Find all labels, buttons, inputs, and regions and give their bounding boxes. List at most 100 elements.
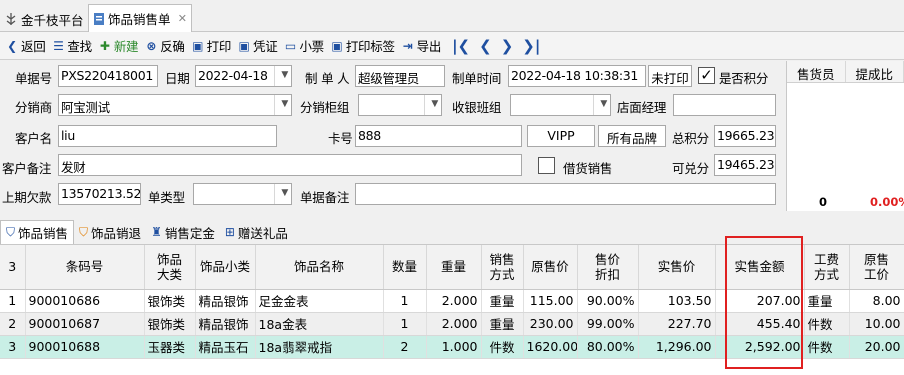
table-row[interactable]: 2 900010687 银饰类 精品银饰 18a金表 1 2.000 重量 230.00 99.0… <box>0 312 904 336</box>
table-cell[interactable]: 件数 <box>804 312 850 336</box>
ticket-button[interactable]: ▭ 小票 <box>280 34 326 58</box>
table-cell[interactable]: 207.00 <box>715 289 805 313</box>
column-header[interactable]: 实售金额 <box>715 245 805 290</box>
column-header[interactable]: 工费 方式 <box>804 245 850 290</box>
time-field[interactable]: 2022-04-18 10:38:31 <box>508 65 646 87</box>
tab-gift[interactable]: ⊞ 赠送礼品 <box>220 220 293 244</box>
table-cell[interactable]: 99.00% <box>577 312 639 336</box>
table-cell[interactable]: 900010687 <box>25 312 145 336</box>
table-cell[interactable]: 1,296.00 <box>638 335 716 359</box>
table-cell[interactable]: 银饰类 <box>144 289 196 313</box>
table-cell[interactable]: 1.000 <box>426 335 482 359</box>
manager-field[interactable] <box>673 94 776 116</box>
card-field[interactable]: 888 <box>355 125 522 147</box>
table-cell[interactable]: 20.00 <box>849 335 904 359</box>
type-select[interactable]: ▼ <box>193 183 292 205</box>
back-button[interactable]: ❮ 返回 <box>2 34 48 58</box>
table-cell[interactable]: 玉器类 <box>144 335 196 359</box>
new-icon: ✚ <box>99 38 110 53</box>
table-cell[interactable]: 900010686 <box>25 289 145 313</box>
table-row[interactable]: 3 900010688 玉器类 精品玉石 18a翡翠戒指 2 1.000 件数 1620.00 8… <box>0 335 904 359</box>
maker-field[interactable]: 超级管理员 <box>355 65 445 87</box>
order-no-field[interactable]: PXS220418001 <box>58 65 158 87</box>
print-button[interactable]: ▣ 打印 <box>188 34 234 58</box>
table-cell[interactable]: 2 <box>383 335 427 359</box>
table-cell[interactable]: 90.00% <box>577 289 639 313</box>
table-cell[interactable]: 2 <box>0 312 26 336</box>
column-header[interactable]: 售价 折扣 <box>577 245 639 290</box>
column-header[interactable]: 饰品 大类 <box>144 245 196 290</box>
table-cell[interactable]: 2.000 <box>426 312 482 336</box>
table-cell[interactable]: 件数 <box>804 335 850 359</box>
table-row[interactable]: 1 900010686 银饰类 精品银饰 足金金表 1 2.000 重量 115.00 90.00… <box>0 289 904 313</box>
dealer-select[interactable]: 阿宝测试 ▼ <box>58 94 292 116</box>
tab-jewelry-return[interactable]: ⛉ 饰品销退 <box>74 220 146 244</box>
new-button[interactable]: ✚ 新建 <box>95 34 141 58</box>
date-picker[interactable]: 2022-04-18 ▼ <box>195 65 292 87</box>
table-cell[interactable]: 227.70 <box>638 312 716 336</box>
table-cell[interactable]: 115.00 <box>523 289 578 313</box>
table-cell[interactable]: 455.40 <box>715 312 805 336</box>
column-header[interactable]: 条码号 <box>25 245 145 290</box>
table-cell[interactable]: 精品玉石 <box>195 335 256 359</box>
close-tab-icon[interactable]: ✕ <box>178 12 187 25</box>
debt-field[interactable]: 13570213.52 <box>58 183 141 205</box>
table-cell[interactable]: 1 <box>383 312 427 336</box>
column-header[interactable]: 重量 <box>426 245 482 290</box>
table-cell[interactable]: 18a金表 <box>255 312 384 336</box>
table-cell[interactable]: 精品银饰 <box>195 312 256 336</box>
voucher-button[interactable]: ▣ 凭证 <box>234 34 280 58</box>
column-header[interactable]: 实售价 <box>638 245 716 290</box>
app-tab[interactable]: 金千枝平台 <box>0 6 88 32</box>
table-cell[interactable]: 10.00 <box>849 312 904 336</box>
customer-field[interactable]: liu <box>58 125 277 147</box>
table-cell[interactable]: 80.00% <box>577 335 639 359</box>
column-header[interactable]: 原售价 <box>523 245 578 290</box>
table-cell[interactable]: 230.00 <box>523 312 578 336</box>
total-points-field[interactable]: 19665.23 <box>714 125 776 147</box>
table-cell[interactable]: 精品银饰 <box>195 289 256 313</box>
tab-sales-order[interactable]: 饰品销售单 ✕ <box>88 4 192 32</box>
unconfirm-button[interactable]: ⊗ 反确 <box>141 34 187 58</box>
table-cell[interactable]: 重量 <box>481 289 524 313</box>
last-record-icon[interactable]: ❯| <box>522 37 540 55</box>
table-cell[interactable]: 1 <box>383 289 427 313</box>
table-cell[interactable]: 件数 <box>481 335 524 359</box>
first-record-icon[interactable]: |❮ <box>452 37 470 55</box>
tab-jewelry-sales[interactable]: ⛉ 饰品销售 <box>0 220 75 244</box>
column-header[interactable]: 原售 工价 <box>849 245 904 290</box>
table-cell[interactable]: 重量 <box>804 289 850 313</box>
redeem-field[interactable]: 19465.23 <box>714 154 776 176</box>
borrow-checkbox[interactable] <box>538 157 555 174</box>
table-cell[interactable]: 2.000 <box>426 289 482 313</box>
points-checkbox[interactable]: ✓ <box>698 67 715 84</box>
table-cell[interactable]: 103.50 <box>638 289 716 313</box>
find-button[interactable]: ☰ 查找 <box>48 34 94 58</box>
remark-field[interactable]: 发财 <box>58 154 522 176</box>
deposit-icon: ♜ <box>151 225 162 239</box>
label-print-button[interactable]: ▣ 打印标签 <box>327 34 398 58</box>
table-cell[interactable]: 2,592.00 <box>715 335 805 359</box>
export-button[interactable]: ⇥ 导出 <box>398 34 444 58</box>
order-remark-field[interactable] <box>355 183 776 205</box>
table-cell[interactable]: 1 <box>0 289 26 313</box>
unconfirm-label: 反确 <box>160 39 185 54</box>
column-header[interactable]: 饰品小类 <box>195 245 256 290</box>
prev-record-icon[interactable]: ❮ <box>479 37 492 55</box>
table-cell[interactable]: 1620.00 <box>523 335 578 359</box>
column-header[interactable]: 数量 <box>383 245 427 290</box>
redeem-label: 可兑分 <box>672 161 709 176</box>
table-cell[interactable]: 足金金表 <box>255 289 384 313</box>
shift-select[interactable]: ▼ <box>510 94 611 116</box>
table-cell[interactable]: 18a翡翠戒指 <box>255 335 384 359</box>
table-cell[interactable]: 重量 <box>481 312 524 336</box>
table-cell[interactable]: 银饰类 <box>144 312 196 336</box>
next-record-icon[interactable]: ❯ <box>501 37 514 55</box>
counter-select[interactable]: ▼ <box>358 94 442 116</box>
column-header[interactable]: 饰品名称 <box>255 245 384 290</box>
column-header[interactable]: 销售 方式 <box>481 245 524 290</box>
table-cell[interactable]: 900010688 <box>25 335 145 359</box>
tab-sales-deposit[interactable]: ♜ 销售定金 <box>146 220 220 244</box>
table-cell[interactable]: 3 <box>0 335 26 359</box>
table-cell[interactable]: 8.00 <box>849 289 904 313</box>
